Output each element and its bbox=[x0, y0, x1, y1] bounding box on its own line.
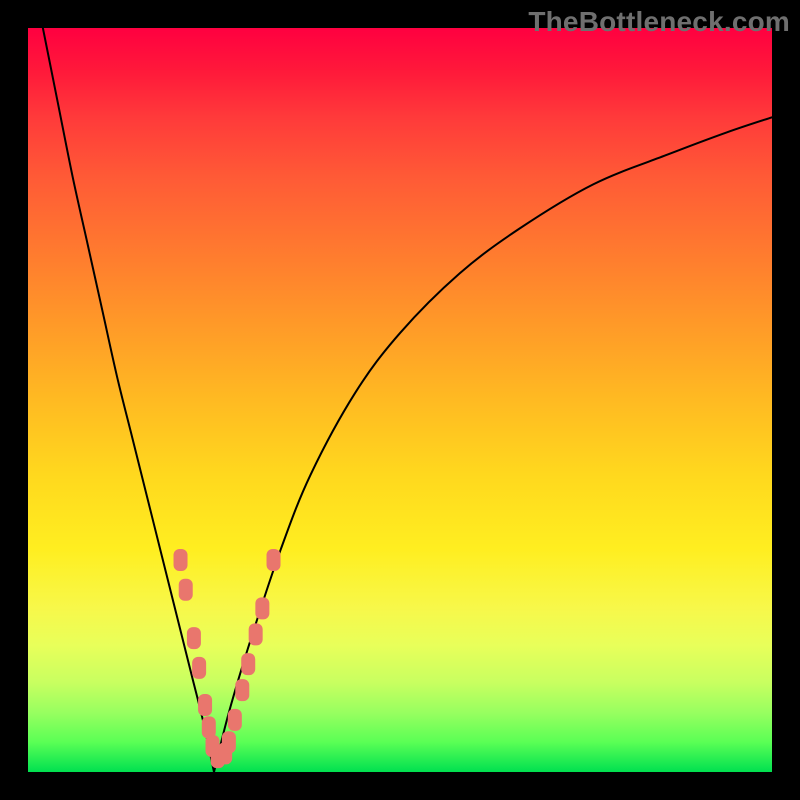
chart-frame: TheBottleneck.com bbox=[0, 0, 800, 800]
chart-overlay bbox=[28, 28, 772, 772]
highlight-marker bbox=[228, 709, 242, 731]
highlight-marker bbox=[222, 731, 236, 753]
highlight-marker bbox=[241, 653, 255, 675]
highlight-marker bbox=[267, 549, 281, 571]
highlight-marker bbox=[198, 694, 212, 716]
highlight-marker bbox=[187, 627, 201, 649]
highlight-marker bbox=[174, 549, 188, 571]
highlight-marker bbox=[249, 623, 263, 645]
highlight-marker bbox=[235, 679, 249, 701]
curve-left-branch bbox=[43, 28, 214, 772]
marker-group bbox=[174, 549, 281, 768]
highlight-marker bbox=[255, 597, 269, 619]
plot-area bbox=[28, 28, 772, 772]
highlight-marker bbox=[192, 657, 206, 679]
curve-right-branch bbox=[214, 117, 772, 772]
highlight-marker bbox=[179, 579, 193, 601]
watermark-text: TheBottleneck.com bbox=[528, 6, 790, 38]
